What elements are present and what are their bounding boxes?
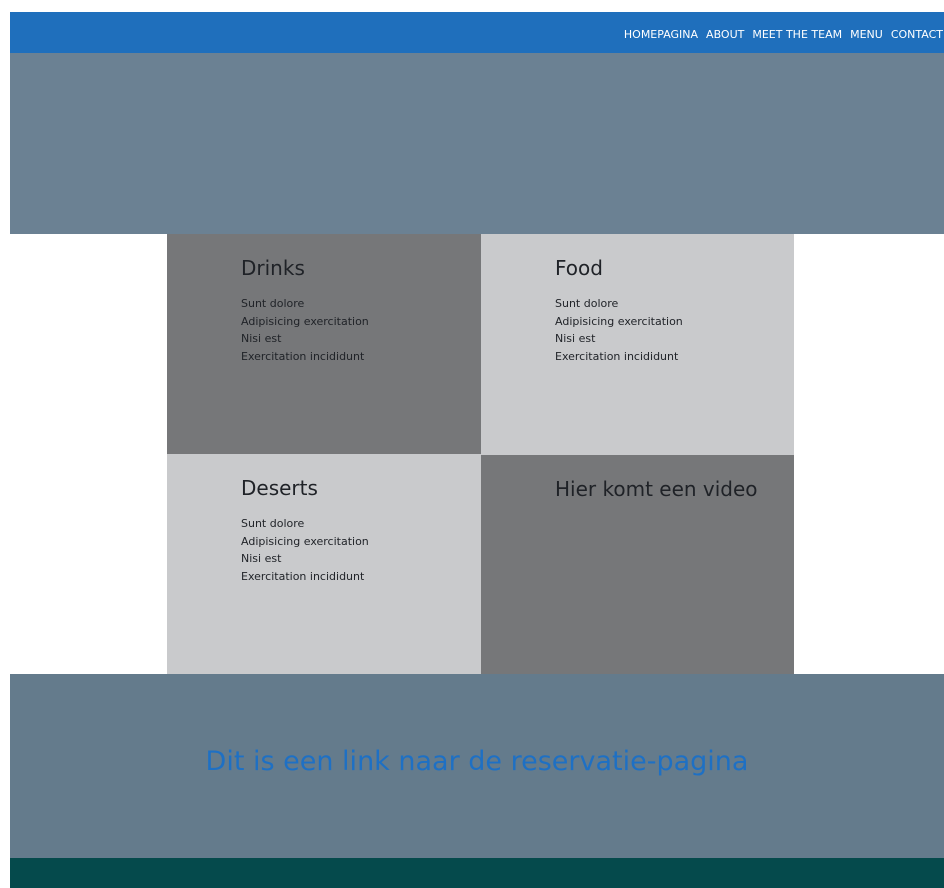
video-placeholder: Hier komt een video [481, 455, 794, 675]
list-item: Nisi est [555, 332, 596, 345]
menu-card-list: Sunt dolore Adipisicing exercitation Nis… [555, 295, 683, 365]
menu-card-drinks: Drinks Sunt dolore Adipisicing exercitat… [167, 234, 481, 454]
list-item: Nisi est [241, 552, 282, 565]
nav-item: MEET THE TEAM [744, 23, 842, 42]
nav-item: ABOUT [698, 23, 744, 42]
nav-link-menu[interactable]: MENU [850, 28, 883, 41]
menu-card-list: Sunt dolore Adipisicing exercitation Nis… [241, 295, 369, 365]
nav-item: HOMEPAGINA [616, 23, 698, 42]
nav-item: MENU [842, 23, 883, 42]
menu-grid: Drinks Sunt dolore Adipisicing exercitat… [167, 234, 794, 675]
reservation-link[interactable]: Dit is een link naar de reservatie-pagin… [10, 746, 944, 777]
video-placeholder-title: Hier komt een video [555, 477, 758, 501]
menu-card-food: Food Sunt dolore Adipisicing exercitatio… [481, 234, 794, 455]
menu-card-deserts: Deserts Sunt dolore Adipisicing exercita… [167, 454, 481, 675]
page: HOMEPAGINA ABOUT MEET THE TEAM MENU CONT… [10, 12, 944, 888]
list-item: Exercitation incididunt [555, 349, 679, 363]
list-item: Nisi est [241, 332, 282, 345]
nav-link-about[interactable]: ABOUT [706, 28, 744, 41]
nav-item: CONTACT [883, 23, 943, 42]
list-item: Sunt dolore [555, 297, 619, 310]
menu-card-list: Sunt dolore Adipisicing exercitation Nis… [241, 515, 369, 585]
list-item: Adipisicing exercitation [241, 534, 369, 548]
footer [10, 858, 944, 888]
menu-card-title: Deserts [241, 476, 318, 500]
list-item: Sunt dolore [241, 517, 305, 530]
nav-link-homepagina[interactable]: HOMEPAGINA [624, 28, 698, 41]
list-item: Exercitation incididunt [241, 569, 365, 583]
nav-link-contact[interactable]: CONTACT [891, 28, 943, 41]
nav-menu: HOMEPAGINA ABOUT MEET THE TEAM MENU CONT… [616, 12, 944, 53]
navbar: HOMEPAGINA ABOUT MEET THE TEAM MENU CONT… [10, 12, 944, 53]
menu-card-title: Food [555, 256, 603, 280]
hero-banner [10, 53, 944, 234]
list-item: Adipisicing exercitation [241, 314, 369, 328]
nav-link-meet-the-team[interactable]: MEET THE TEAM [752, 28, 842, 41]
list-item: Sunt dolore [241, 297, 305, 310]
list-item: Exercitation incididunt [241, 349, 365, 363]
reservation-banner: Dit is een link naar de reservatie-pagin… [10, 674, 944, 858]
menu-card-title: Drinks [241, 256, 305, 280]
list-item: Adipisicing exercitation [555, 314, 683, 328]
